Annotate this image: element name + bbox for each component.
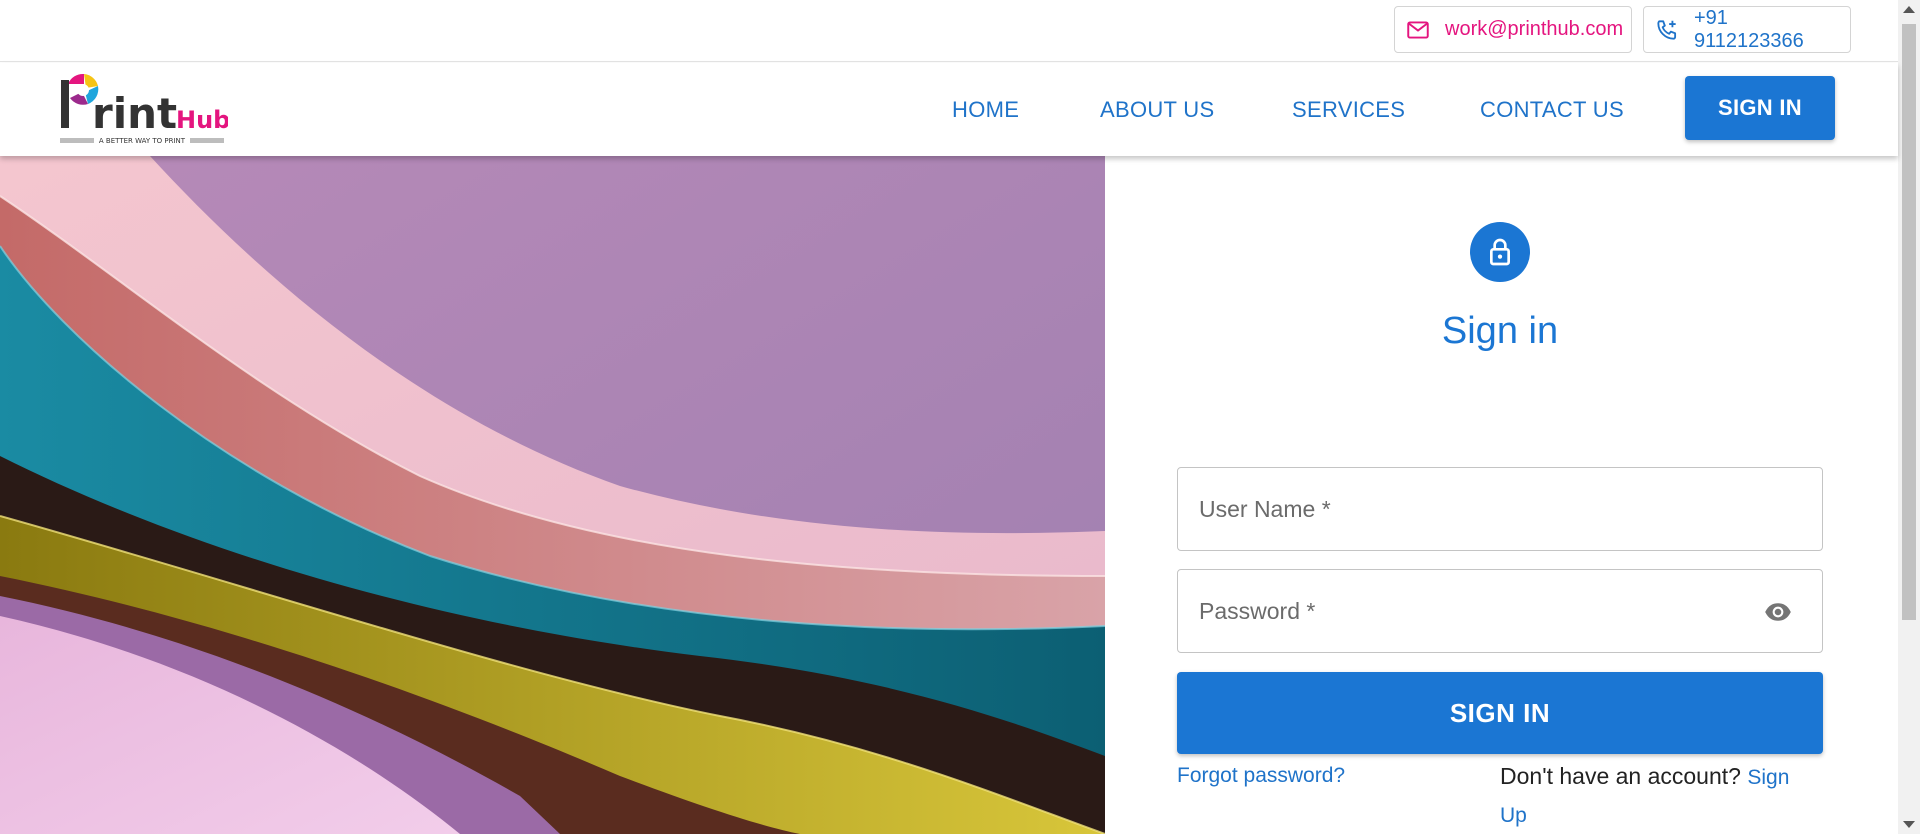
username-input[interactable] — [1178, 468, 1822, 550]
sign-in-submit-button[interactable]: SIGN IN — [1177, 672, 1823, 754]
nav-contact-us[interactable]: CONTACT US — [1480, 63, 1624, 156]
lock-avatar — [1470, 222, 1530, 282]
svg-text:Hub: Hub — [176, 106, 228, 134]
phone-chip[interactable]: +91 9112123366 — [1643, 6, 1851, 53]
scrollbar-thumb[interactable] — [1902, 24, 1916, 620]
sign-in-title: Sign in — [1441, 310, 1559, 352]
printhub-logo[interactable]: rint Hub A BETTER WAY TO PRINT — [58, 72, 230, 147]
signup-prompt: Don't have an account? Sign Up — [1500, 758, 1820, 834]
scroll-up-arrow-icon[interactable] — [1903, 6, 1915, 13]
mail-icon — [1407, 20, 1429, 39]
phone-text: +91 9112123366 — [1694, 6, 1804, 52]
password-field[interactable] — [1177, 569, 1823, 653]
hero-image — [0, 156, 1105, 834]
email-chip[interactable]: work@printhub.com — [1394, 6, 1632, 53]
email-text: work@printhub.com — [1445, 18, 1624, 40]
username-field[interactable] — [1177, 467, 1823, 551]
nav-services[interactable]: SERVICES — [1292, 63, 1405, 156]
eye-icon[interactable] — [1762, 598, 1794, 626]
page-scrollbar[interactable] — [1898, 0, 1920, 834]
scroll-down-arrow-icon[interactable] — [1903, 821, 1915, 828]
phone-icon — [1657, 19, 1677, 40]
signup-prompt-text: Don't have an account? — [1500, 763, 1741, 789]
lock-icon — [1490, 238, 1510, 266]
contact-bar: work@printhub.com +91 9112123366 — [0, 0, 1898, 62]
password-input[interactable] — [1178, 570, 1822, 652]
nav-sign-in-button[interactable]: SIGN IN — [1685, 76, 1835, 140]
forgot-password-link[interactable]: Forgot password? — [1177, 764, 1345, 788]
nav-home[interactable]: HOME — [952, 63, 1019, 156]
navbar: rint Hub A BETTER WAY TO PRINT HOME ABOU… — [0, 63, 1898, 156]
nav-about-us[interactable]: ABOUT US — [1100, 63, 1214, 156]
svg-text:A BETTER WAY TO PRINT: A BETTER WAY TO PRINT — [99, 137, 186, 145]
svg-text:rint: rint — [92, 89, 177, 138]
